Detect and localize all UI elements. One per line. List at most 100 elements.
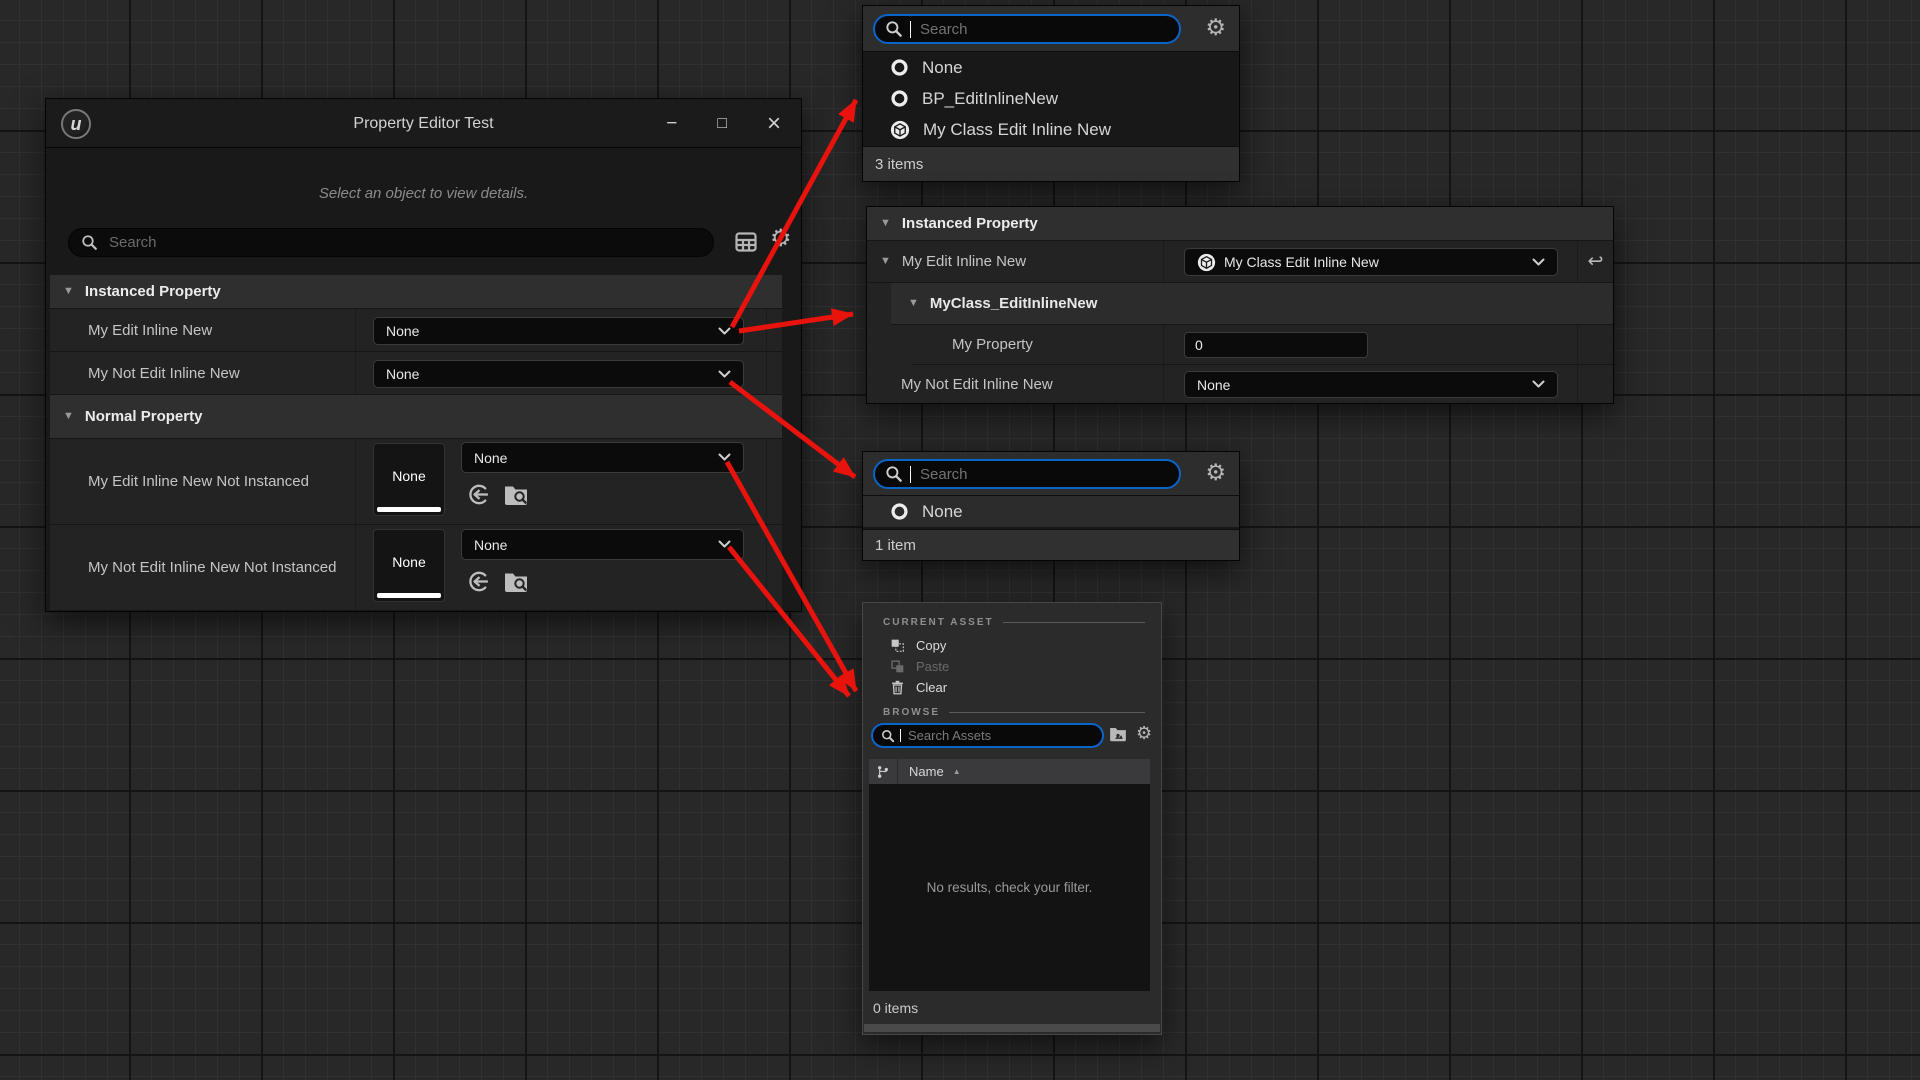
content-folder-icon[interactable] [1109,726,1127,742]
property-label: My Not Edit Inline New Not Instanced [50,525,356,610]
class-option-bp-editinlinenew[interactable]: BP_EditInlineNew [863,83,1239,114]
asset-combo[interactable]: None [461,442,744,473]
chevron-down-icon [718,453,731,462]
class-cube-icon [1197,253,1216,272]
copy-menu-item[interactable]: Copy [863,635,1161,656]
asset-search-input[interactable] [906,727,1094,744]
class-option-label: None [922,502,963,522]
class-picker-item-count: 3 items [863,146,1239,181]
trash-icon [890,680,905,695]
asset-picker-menu: CURRENT ASSET Copy Paste Clear BROWSE [862,602,1162,1035]
chevron-down-icon [718,327,731,336]
property-label: My Edit Inline New [902,253,1026,270]
category-header-normal-property[interactable]: ▼ Normal Property [50,395,782,439]
row-my-edit-inline-new-not-instanced: My Edit Inline New Not Instanced None No… [50,439,782,525]
asset-combo[interactable]: None [461,529,744,560]
property-label: My Edit Inline New Not Instanced [50,439,356,524]
expander-triangle-icon[interactable]: ▼ [63,411,74,422]
search-icon [81,234,98,251]
row-my-not-edit-inline-new-not-instanced: My Not Edit Inline New Not Instanced Non… [50,525,782,611]
name-column-header[interactable]: Name ▲ [898,764,961,779]
class-picker-search-box[interactable] [873,14,1181,44]
text-caret [910,21,911,38]
asset-thumbnail[interactable]: None [373,443,445,516]
expander-triangle-icon[interactable]: ▼ [880,218,891,229]
reset-to-default-button[interactable]: ↩ [1578,241,1613,282]
browse-to-asset-icon[interactable] [503,483,529,506]
maximize-button[interactable]: □ [717,116,727,132]
subobject-header-myclass-editinlinenew[interactable]: ▼ MyClass_EditInlineNew [891,283,1613,325]
horizontal-scrollbar[interactable] [864,1024,1160,1032]
thumbnail-label: None [392,468,425,484]
instanced-property-panel: ▼ Instanced Property ▼ My Edit Inline Ne… [866,206,1614,404]
class-option-label: My Class Edit Inline New [923,120,1111,140]
clear-menu-item[interactable]: Clear [863,677,1161,698]
class-picker-search-input[interactable] [918,20,1169,39]
asset-item-count: 0 items [873,1000,918,1016]
paste-icon [890,659,905,674]
combo-value: None [1197,377,1230,393]
row-my-not-edit-inline-new: My Not Edit Inline New None [50,352,782,395]
expander-triangle-icon[interactable]: ▼ [880,256,891,267]
current-asset-section: CURRENT ASSET [863,617,1161,628]
class-picker-item-count: 1 item [863,529,1239,560]
subobject-label: MyClass_EditInlineNew [930,295,1098,312]
details-search-box[interactable] [68,228,714,257]
chevron-down-icon [718,370,731,379]
row-my-property: My Property [911,325,1613,365]
combo-value: My Class Edit Inline New [1224,254,1379,270]
my-not-edit-inline-new-combo[interactable]: None [373,360,744,388]
details-search-input[interactable] [107,233,701,252]
use-selected-asset-icon[interactable] [467,483,490,506]
browse-to-asset-icon[interactable] [503,570,529,593]
thumbnail-label: None [392,554,425,570]
class-picker-popup-small: ⚙ None 1 item [862,451,1240,561]
category-header-instanced-property[interactable]: ▼ Instanced Property [867,207,1613,241]
my-not-edit-inline-new-combo[interactable]: None [1184,371,1558,398]
class-option-my-class-edit-inline-new[interactable]: My Class Edit Inline New [863,114,1239,145]
class-picker-settings-gear-icon[interactable]: ⚙ [1205,16,1226,39]
chevron-down-icon [1532,380,1545,389]
property-label: My Not Edit Inline New [901,376,1053,393]
property-matrix-icon[interactable] [734,230,758,254]
class-picker-search-box[interactable] [873,459,1181,489]
my-property-number-field[interactable] [1184,332,1368,358]
property-label: My Not Edit Inline New [50,352,356,394]
combo-value: None [474,537,507,553]
search-icon [885,20,903,38]
class-option-none[interactable]: None [863,52,1239,83]
class-picker-settings-gear-icon[interactable]: ⚙ [1205,461,1226,484]
category-header-instanced-property[interactable]: ▼ Instanced Property [50,275,782,309]
folder-icon [1109,726,1127,742]
copy-icon [890,638,905,653]
property-editor-window: u Property Editor Test − □ × Select an o… [45,98,802,612]
my-edit-inline-new-combo[interactable]: None [373,317,744,345]
expander-triangle-icon[interactable]: ▼ [908,298,919,309]
asset-list-header: Name ▲ [869,759,1150,784]
expander-triangle-icon[interactable]: ▼ [63,286,74,297]
class-option-none[interactable]: None [863,496,1239,527]
asset-list-empty-area: No results, check your filter. [869,784,1150,991]
class-picker-search-input[interactable] [918,465,1169,484]
search-icon [885,465,903,483]
class-option-label: None [922,58,963,78]
details-settings-gear-icon[interactable]: ⚙ [770,227,792,251]
column-type-toggle[interactable] [869,759,898,784]
use-selected-asset-icon[interactable] [467,570,490,593]
row-my-edit-inline-new: ▼ My Edit Inline New My Class Edit Inlin… [867,241,1613,283]
property-label: My Edit Inline New [50,309,356,351]
class-cube-icon [890,120,910,140]
window-titlebar[interactable]: u Property Editor Test − □ × [46,99,801,148]
asset-search-box[interactable] [871,723,1104,748]
search-icon [881,729,895,743]
minimize-button[interactable]: − [666,114,677,133]
close-button[interactable]: × [767,112,781,136]
paste-menu-item[interactable]: Paste [863,656,1161,677]
asset-thumbnail[interactable]: None [373,529,445,602]
category-label: Instanced Property [85,283,221,300]
category-label: Normal Property [85,408,203,425]
text-caret [910,466,911,483]
instanced-class-combo[interactable]: My Class Edit Inline New [1184,248,1558,276]
asset-view-settings-gear-icon[interactable]: ⚙ [1136,724,1152,742]
empty-results-text: No results, check your filter. [927,880,1093,895]
